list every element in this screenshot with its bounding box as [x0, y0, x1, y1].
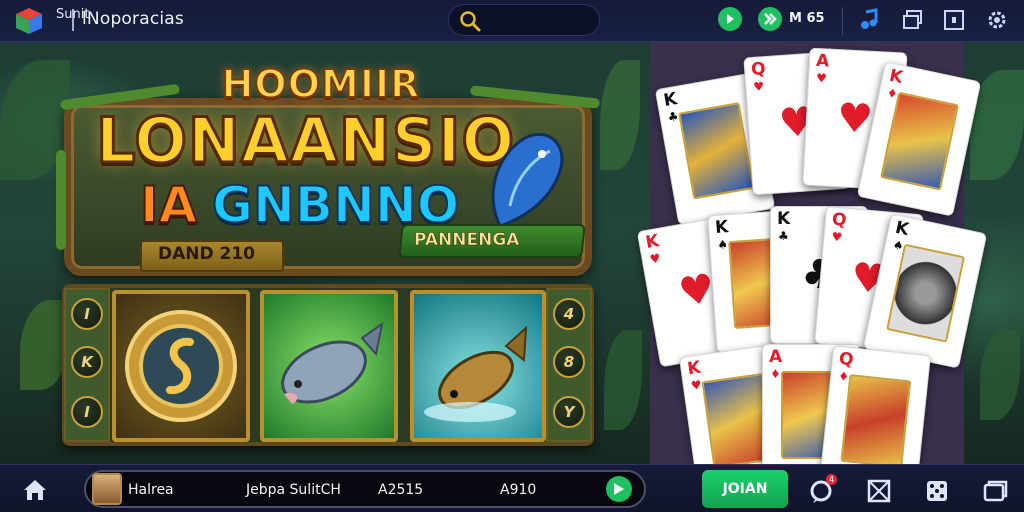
fast-forward-button[interactable] [758, 7, 782, 31]
card-face-art [880, 91, 960, 191]
card-suit: ♥ [752, 79, 765, 94]
card-suit: ♥ [830, 229, 843, 245]
info-field-2: A2515 [378, 482, 424, 498]
slot-right-button[interactable]: 8 [553, 346, 585, 378]
player-name: Halrea [128, 482, 174, 498]
card-rank: K [714, 217, 730, 239]
top-action-label[interactable]: M 65 [789, 11, 825, 26]
search-icon [460, 11, 481, 32]
card-suit: ♥ [648, 250, 662, 267]
play-icon [727, 14, 734, 24]
slot-left-button[interactable]: I [71, 396, 103, 428]
home-icon[interactable] [22, 477, 48, 503]
spin-button[interactable] [606, 476, 632, 502]
reel-coin[interactable] [112, 290, 250, 442]
card-suit: ♥ [689, 377, 703, 394]
card-rank: K [777, 209, 791, 229]
fish-symbol-icon [281, 321, 384, 404]
card-rank: A [815, 50, 830, 72]
card-suit: ♣ [666, 108, 680, 125]
banner-left-text: DAND 210 [158, 244, 256, 264]
copy-icon[interactable] [901, 8, 925, 32]
card-rank: Q [750, 59, 767, 81]
play-icon [614, 483, 624, 495]
window-icon[interactable] [942, 8, 966, 32]
game-title-sub-a: IA [139, 175, 198, 235]
slot-right-button[interactable]: Y [553, 396, 585, 428]
window-stack-icon[interactable] [982, 478, 1008, 504]
notification-badge: 4 [826, 474, 837, 485]
fish-emblem-icon [491, 132, 564, 228]
card-face-art [886, 243, 966, 343]
coin-symbol-icon [125, 310, 237, 422]
card-face-art [678, 102, 755, 200]
search-label: Sunit [56, 7, 90, 22]
join-button[interactable]: JOIAN [702, 470, 788, 508]
slot-left-button[interactable]: I [71, 298, 103, 330]
card-rank: K [644, 231, 661, 253]
game-title-main: LONAANSIO [95, 103, 516, 179]
game-title-top: HOOMIIR [221, 61, 421, 107]
card-center-suit: ♥ [835, 95, 875, 143]
info-field-1: Jebpa SulitCH [246, 482, 341, 498]
card-suit: ♣ [778, 229, 789, 243]
dice-icon[interactable] [924, 478, 950, 504]
reel-fish[interactable] [260, 290, 398, 442]
music-icon[interactable] [858, 8, 882, 32]
app-title: lNoporacias [82, 9, 184, 29]
gear-icon[interactable] [985, 8, 1009, 32]
card-suit: ♥ [815, 70, 828, 86]
card-face-art [840, 374, 912, 469]
card-rank: A [769, 347, 783, 367]
card-rank: K [686, 357, 703, 380]
card-rank: K [893, 217, 911, 241]
slot-left-button[interactable]: K [71, 346, 103, 378]
banner-right-text: PANNENGA [414, 230, 520, 251]
cube-app-icon[interactable] [14, 6, 44, 36]
card-rank: K [887, 65, 905, 89]
slot-right-button[interactable]: 4 [553, 298, 585, 330]
image-icon[interactable] [866, 478, 892, 504]
avatar[interactable] [92, 473, 122, 505]
card-suit: ♠ [716, 237, 729, 252]
topbar-separator [842, 7, 843, 35]
card-rank: K [662, 89, 679, 111]
double-chevron-icon [764, 13, 777, 25]
card-suit: ♦ [770, 367, 781, 381]
search-field[interactable] [448, 4, 600, 36]
splash-fish-symbol-icon [424, 325, 528, 422]
info-field-3: A910 [500, 482, 537, 498]
play-button[interactable] [718, 7, 742, 31]
reel-splash-fish[interactable] [410, 290, 546, 442]
card-rank: Q [838, 348, 855, 371]
card-rank: Q [831, 209, 848, 231]
vine-decoration [56, 150, 66, 250]
